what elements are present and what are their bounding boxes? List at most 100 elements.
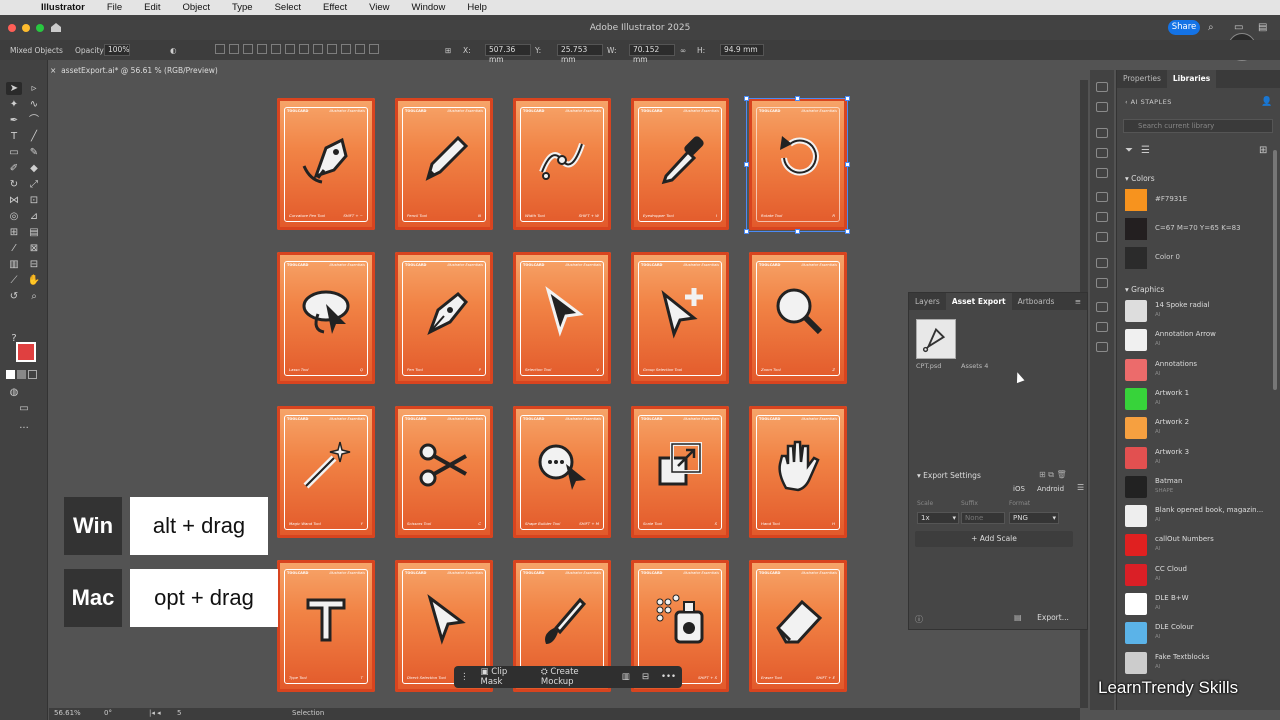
- grid-view-icon[interactable]: ⊞: [1259, 145, 1267, 156]
- export-settings-title[interactable]: ▾ Export Settings: [917, 471, 981, 480]
- library-graphic-item[interactable]: Annotation Arrow AI: [1125, 327, 1275, 353]
- export-for-screens-icon[interactable]: ▤: [1014, 613, 1022, 622]
- tool-card[interactable]: TOOLCARD Illustrator Essentials Pencil Too…: [395, 98, 493, 230]
- graphic-thumbnail: [1125, 475, 1147, 498]
- arrange-icon[interactable]: ▭: [1234, 22, 1245, 33]
- tab-asset-export[interactable]: Asset Export: [945, 293, 1012, 310]
- tab-libraries[interactable]: Libraries: [1166, 70, 1217, 88]
- android-platform[interactable]: Android: [1037, 485, 1064, 493]
- clip-mask-button[interactable]: ▣ Clip Mask: [475, 667, 535, 687]
- asset-label[interactable]: CPT.psd: [916, 362, 941, 370]
- tool-card[interactable]: TOOLCARD Illustrator Essentials Scale Tool…: [631, 406, 729, 538]
- create-mockup-button[interactable]: ⛭ Create Mockup: [535, 667, 616, 687]
- appearance-icon[interactable]: [1096, 258, 1108, 268]
- color-icon[interactable]: [1096, 128, 1108, 138]
- library-color-item[interactable]: Color 0: [1125, 247, 1275, 269]
- library-graphic-item[interactable]: 14 Spoke radial AI: [1125, 298, 1275, 324]
- tool-card[interactable]: TOOLCARD Illustrator Essentials Width Tool…: [513, 98, 611, 230]
- library-name[interactable]: ‹ AI STAPLES: [1125, 98, 1172, 106]
- scale-select[interactable]: 1x ▾: [917, 512, 959, 524]
- apps-icon[interactable]: ▤: [1258, 22, 1269, 33]
- tool-card[interactable]: TOOLCARD Illustrator Essentials Zoom Tool Z: [749, 252, 847, 384]
- export-button[interactable]: Export...: [1031, 611, 1075, 625]
- asset-thumbnail[interactable]: [916, 319, 956, 359]
- format-select[interactable]: PNG ▾: [1009, 512, 1059, 524]
- library-graphic-item[interactable]: Artwork 1 AI: [1125, 386, 1275, 412]
- tool-card[interactable]: TOOLCARD Illustrator Essentials Group Sele…: [631, 252, 729, 384]
- graphic-styles-icon[interactable]: [1096, 278, 1108, 288]
- share-button[interactable]: Share: [1168, 20, 1200, 35]
- brushes-icon[interactable]: [1096, 148, 1108, 158]
- selection-bounding-box[interactable]: [746, 98, 848, 232]
- library-graphic-item[interactable]: DLE B+W AI: [1125, 591, 1275, 617]
- info-icon[interactable]: ⓘ: [915, 614, 923, 625]
- tool-card[interactable]: TOOLCARD Illustrator Essentials Hand Tool H: [749, 406, 847, 538]
- library-color-item[interactable]: #F7931E: [1125, 189, 1275, 211]
- tool-card[interactable]: TOOLCARD Illustrator Essentials Eyedropper…: [631, 98, 729, 230]
- transparency-icon[interactable]: [1096, 232, 1108, 242]
- library-graphic-item[interactable]: Annotations AI: [1125, 357, 1275, 383]
- tab-artboards[interactable]: Artboards: [1012, 293, 1061, 310]
- group-icon[interactable]: ⊟: [636, 672, 655, 682]
- selection-handle[interactable]: [845, 162, 850, 167]
- asset-label[interactable]: Assets 4: [961, 362, 988, 370]
- layers-icon[interactable]: [1096, 302, 1108, 312]
- gradient-icon[interactable]: [1096, 212, 1108, 222]
- zoom-level[interactable]: 56.61%: [54, 709, 81, 717]
- add-scale-button[interactable]: + Add Scale: [915, 531, 1073, 547]
- selection-handle[interactable]: [744, 229, 749, 234]
- selection-handle[interactable]: [795, 96, 800, 101]
- suffix-input[interactable]: None: [961, 512, 1005, 524]
- drag-handle-icon[interactable]: ⋮: [454, 672, 475, 682]
- artboard-number[interactable]: 5: [177, 709, 181, 717]
- library-graphic-item[interactable]: CC Cloud AI: [1125, 562, 1275, 588]
- selection-handle[interactable]: [795, 229, 800, 234]
- filter-icon[interactable]: ⏷: [1125, 145, 1133, 156]
- library-graphic-item[interactable]: Blank opened book, magazin... AI: [1125, 503, 1275, 529]
- library-graphic-item[interactable]: Fake Textblocks AI: [1125, 650, 1275, 676]
- lock-icon[interactable]: ▥: [616, 672, 636, 682]
- library-graphic-item[interactable]: Batman SHAPE: [1125, 474, 1275, 500]
- stroke-icon[interactable]: [1096, 192, 1108, 202]
- tool-card[interactable]: TOOLCARD Illustrator Essentials Type Tool T: [277, 560, 375, 692]
- navigator-icon[interactable]: [1096, 82, 1108, 92]
- tool-card[interactable]: TOOLCARD Illustrator Essentials Scissors T…: [395, 406, 493, 538]
- platform-list-icon[interactable]: ☰: [1077, 483, 1084, 492]
- selection-handle[interactable]: [845, 96, 850, 101]
- collaborator-icon[interactable]: 👤: [1261, 97, 1272, 107]
- library-graphic-item[interactable]: DLE Colour AI: [1125, 620, 1275, 646]
- artboard-navigation-icon[interactable]: |◂ ◂: [149, 709, 161, 717]
- new-asset-icons[interactable]: ⊞ ⧉ 🗑: [1039, 470, 1067, 480]
- graphic-type: AI: [1155, 399, 1161, 406]
- library-search-input[interactable]: Search current library: [1123, 119, 1273, 133]
- library-graphic-item[interactable]: callOut Numbers AI: [1125, 532, 1275, 558]
- artboards-icon[interactable]: [1096, 342, 1108, 352]
- search-icon[interactable]: ⌕: [1208, 22, 1219, 33]
- asset-export-icon[interactable]: [1096, 322, 1108, 332]
- tool-card[interactable]: TOOLCARD Illustrator Essentials Shape Buil…: [513, 406, 611, 538]
- library-graphic-item[interactable]: Artwork 3 AI: [1125, 445, 1275, 471]
- more-options-icon[interactable]: •••: [655, 672, 682, 682]
- tool-card[interactable]: TOOLCARD Illustrator Essentials Pen Tool P: [395, 252, 493, 384]
- symbols-icon[interactable]: [1096, 168, 1108, 178]
- tool-card[interactable]: TOOLCARD Illustrator Essentials Selection …: [513, 252, 611, 384]
- colors-section-header[interactable]: ▾ Colors: [1125, 174, 1155, 183]
- panel-menu-icon[interactable]: ≡: [1069, 293, 1087, 310]
- sort-icon[interactable]: ☰: [1141, 145, 1150, 156]
- library-color-item[interactable]: C=67 M=70 Y=65 K=83: [1125, 218, 1275, 240]
- tool-card[interactable]: TOOLCARD Illustrator Essentials Eraser Too…: [749, 560, 847, 692]
- tool-card[interactable]: TOOLCARD Illustrator Essentials Lasso Tool…: [277, 252, 375, 384]
- tool-card[interactable]: TOOLCARD Illustrator Essentials Magic Wand…: [277, 406, 375, 538]
- tab-layers[interactable]: Layers: [909, 293, 946, 310]
- selection-handle[interactable]: [845, 229, 850, 234]
- library-graphic-item[interactable]: Artwork 2 AI: [1125, 415, 1275, 441]
- rotation-view[interactable]: 0°: [104, 709, 112, 717]
- selection-handle[interactable]: [744, 96, 749, 101]
- tool-card[interactable]: TOOLCARD Illustrator Essentials Curvature …: [277, 98, 375, 230]
- selection-handle[interactable]: [744, 162, 749, 167]
- graphics-section-header[interactable]: ▾ Graphics: [1125, 285, 1164, 294]
- ios-platform[interactable]: iOS: [1013, 485, 1025, 493]
- tab-properties[interactable]: Properties: [1117, 70, 1167, 88]
- libraries-scrollbar[interactable]: [1273, 150, 1277, 390]
- info-icon[interactable]: [1096, 102, 1108, 112]
